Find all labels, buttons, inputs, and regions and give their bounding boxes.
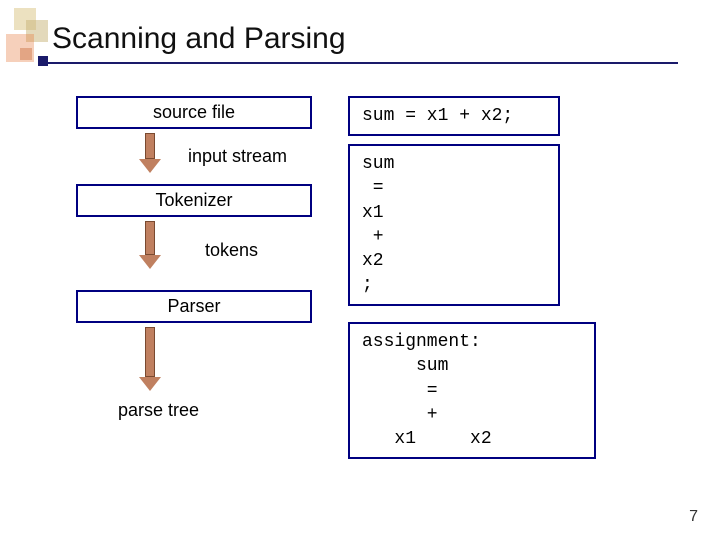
title-underline [48,62,678,64]
stage-source-file: source file [76,96,312,129]
slide-title: Scanning and Parsing [52,22,346,56]
arrow-down-icon [145,327,155,391]
stage-tokenizer: Tokenizer [76,184,312,217]
code-source-line: sum = x1 + x2; [348,96,560,136]
deco-square [20,48,32,60]
code-parse-block: assignment: sum = + x1 x2 [348,322,596,459]
stage-parser: Parser [76,290,312,323]
flow-label-tokens: tokens [205,240,258,261]
flow-label-parse-tree: parse tree [118,400,199,421]
arrow-down-icon [145,221,155,269]
underline-tick [38,56,48,66]
page-number: 7 [689,508,698,526]
code-tokens-block: sum = x1 + x2 ; [348,144,560,306]
flow-label-input-stream: input stream [188,146,287,167]
arrow-down-icon [145,133,155,173]
